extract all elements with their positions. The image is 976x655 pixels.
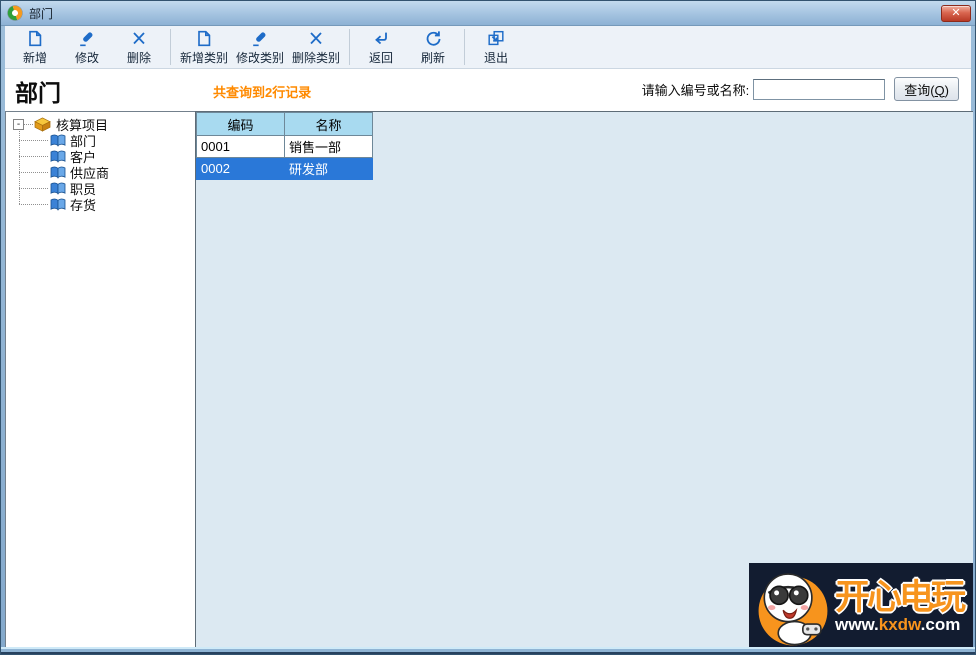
toolbar-button-new[interactable]: 新增: [9, 27, 61, 68]
new-doc-icon: [29, 30, 42, 46]
toolbar-button-label: 返回: [369, 50, 394, 65]
column-header-name[interactable]: 名称: [284, 112, 373, 136]
cell-code[interactable]: 0001: [196, 135, 285, 158]
kxdw-watermark: 开心电玩 www.kxdw.com: [749, 563, 973, 649]
toolbar-button-label: 修改类别: [236, 50, 285, 65]
toolbar-separator: [170, 29, 171, 65]
toolbar-button-edit[interactable]: 修改: [61, 27, 113, 68]
edit-category-icon: [253, 31, 266, 46]
tree-panel: - 核算项目 部门 客户 供应商 职员 存货: [5, 111, 195, 649]
toolbar-button-exit[interactable]: 退出: [470, 27, 522, 68]
cell-code[interactable]: 0002: [196, 157, 285, 180]
query-button-label: 查询(: [904, 82, 935, 98]
back-icon: [375, 32, 387, 44]
toolbar-button-label: 删除类别: [292, 50, 341, 65]
toolbar-button-label: 退出: [484, 50, 509, 65]
close-icon: ✕: [951, 7, 961, 19]
query-button-hotkey: Q: [934, 82, 945, 98]
delete-icon: [133, 31, 145, 44]
toolbar-button-back[interactable]: 返回: [355, 27, 407, 68]
delete-category-icon: [310, 31, 322, 44]
watermark-url: www.kxdw.com: [835, 616, 963, 633]
accounting-items-tree: - 核算项目 部门 客户 供应商 职员 存货: [6, 112, 195, 213]
refresh-icon: [426, 30, 441, 46]
exit-icon: [488, 30, 504, 45]
toolbar-button-refresh[interactable]: 刷新: [407, 27, 459, 68]
close-button[interactable]: ✕: [941, 5, 971, 22]
book-icon: [50, 166, 66, 179]
toolbar-button-label: 新增类别: [180, 50, 229, 65]
tree-connector-line: [24, 123, 33, 125]
book-icon: [50, 134, 66, 147]
tree-node-staff[interactable]: 职员: [6, 180, 195, 197]
header-band: 部门 共查询到2行记录 请输入编号或名称: 查询(Q): [5, 69, 971, 111]
cell-name[interactable]: 研发部: [284, 157, 373, 180]
book-icon: [50, 150, 66, 163]
page-title: 部门: [15, 80, 61, 106]
table-row-selected[interactable]: 0002 研发部: [196, 157, 373, 180]
toolbar: 新增 修改 删除 新增类别 修改类别 删除类别 返回 刷新 退出: [5, 26, 971, 69]
search-group: 请输入编号或名称: 查询(Q): [642, 77, 959, 101]
toolbar-button-delete-category[interactable]: 删除类别: [288, 27, 344, 68]
watermark-url-www: www.: [835, 614, 879, 634]
app-logo-icon: [7, 5, 23, 21]
watermark-url-domain: kxdw: [878, 614, 921, 634]
app-window: 部门 ✕ 新增 修改 删除 新增类别 修改类别 删除类别 返回 刷新 退出 部门…: [0, 0, 976, 655]
tree-node-supplier[interactable]: 供应商: [6, 164, 195, 181]
new-category-icon: [198, 30, 211, 46]
window-title: 部门: [29, 6, 54, 21]
toolbar-button-new-category[interactable]: 新增类别: [176, 27, 232, 68]
query-button-label: ): [944, 82, 949, 98]
tree-collapse-toggle[interactable]: -: [13, 118, 24, 130]
watermark-url-tld: .com: [920, 614, 961, 634]
tree-node-department[interactable]: 部门: [6, 132, 195, 149]
toolbar-button-label: 修改: [74, 50, 99, 65]
toolbar-button-delete[interactable]: 删除: [113, 27, 165, 68]
toolbar-separator: [349, 29, 351, 65]
cell-name[interactable]: 销售一部: [284, 135, 373, 158]
window-bottom-border: [1, 647, 975, 654]
toolbar-button-label: 刷新: [421, 50, 446, 65]
tree-node-root[interactable]: - 核算项目: [6, 116, 195, 133]
box-icon: [34, 117, 51, 132]
watermark-brand: 开心电玩: [835, 577, 966, 617]
toolbar-button-label: 删除: [126, 50, 151, 65]
book-icon: [50, 182, 66, 195]
search-label: 请输入编号或名称:: [641, 82, 750, 98]
toolbar-button-edit-category[interactable]: 修改类别: [232, 27, 288, 68]
department-table: 编码 名称 0001 销售一部 0002 研发部: [196, 112, 373, 180]
toolbar-separator: [464, 29, 466, 65]
tree-node-label: 存货: [70, 197, 97, 213]
mascot-icon: [758, 573, 828, 646]
book-icon: [50, 198, 66, 211]
toolbar-button-label: 新增: [22, 50, 47, 65]
table-row[interactable]: 0001 销售一部: [196, 135, 373, 158]
watermark-text: 开心电玩 www.kxdw.com: [835, 577, 966, 633]
titlebar: 部门 ✕: [1, 1, 975, 26]
column-header-code[interactable]: 编码: [196, 112, 285, 136]
search-input[interactable]: [753, 78, 886, 100]
query-button[interactable]: 查询(Q): [894, 77, 959, 101]
edit-icon: [80, 31, 93, 46]
record-count-status: 共查询到2行记录: [213, 85, 312, 100]
tree-node-inventory[interactable]: 存货: [6, 196, 195, 213]
